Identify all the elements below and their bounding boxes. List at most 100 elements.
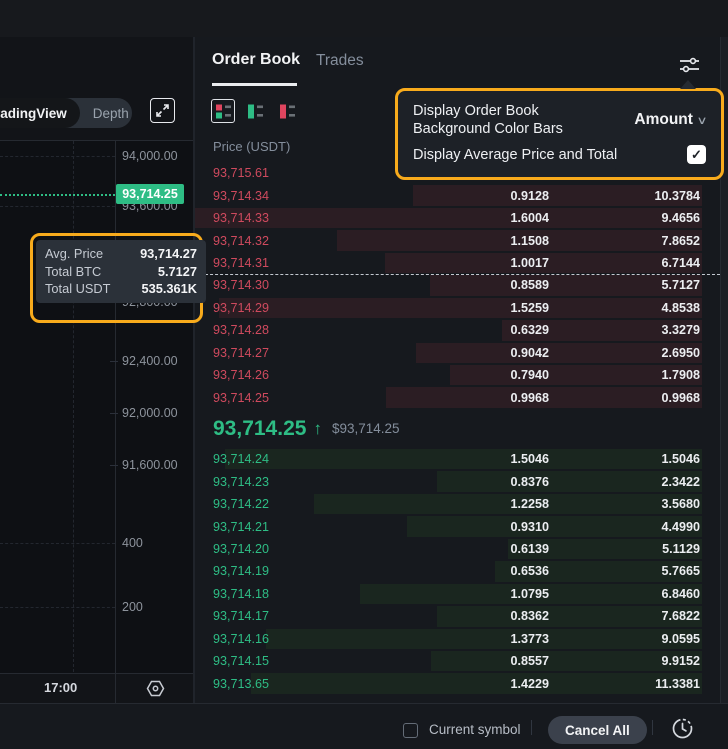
tooltip-label: Total USDT <box>45 280 110 298</box>
price-scale-border <box>115 140 116 703</box>
dropdown-value: Amount <box>634 111 693 129</box>
axis-tick <box>110 413 118 414</box>
ask-price: 93,714.30 <box>195 278 419 292</box>
tooltip-label: Total BTC <box>45 263 101 281</box>
axis-label: 91,600.00 <box>122 458 178 472</box>
ask-price: 93,714.32 <box>195 234 419 248</box>
bid-total: 3.5680 <box>549 497 702 511</box>
toggle-tradingview[interactable]: radingView <box>0 98 80 128</box>
gridline <box>0 206 115 207</box>
bid-total: 4.4990 <box>549 520 702 534</box>
bid-price: 93,714.21 <box>195 520 419 534</box>
last-price-row[interactable]: 93,714.25 ↑ $93,714.25 <box>213 409 400 448</box>
ask-amount: 0.6329 <box>419 323 549 337</box>
avg-price-tooltip: Avg. Price93,714.27Total BTC5.7127Total … <box>36 240 206 303</box>
bid-price: 93,714.22 <box>195 497 419 511</box>
bid-total: 6.8460 <box>549 587 702 601</box>
orderbook-ask-row[interactable]: 93,714.260.79401.7908 <box>195 364 702 386</box>
ask-total: 6.7144 <box>549 256 702 270</box>
ask-amount: 0.8589 <box>419 278 549 292</box>
time-axis[interactable]: 17:00 <box>0 673 193 703</box>
ask-amount: 1.1508 <box>419 234 549 248</box>
orderbook-ask-row[interactable]: 93,714.291.52594.8538 <box>195 297 702 319</box>
ask-total: 1.7908 <box>549 368 702 382</box>
orderbook-settings-icon[interactable] <box>678 54 701 77</box>
last-price-usd: $93,714.25 <box>332 421 400 436</box>
orderbook-ask-row[interactable]: 93,714.340.912810.3784 <box>195 184 702 206</box>
tab-order-book[interactable]: Order Book <box>212 51 300 69</box>
view-asks-icon[interactable] <box>275 99 299 123</box>
order-history-icon[interactable] <box>671 717 694 740</box>
bid-amount: 0.8376 <box>419 475 549 489</box>
tooltip-label: Avg. Price <box>45 245 103 263</box>
bid-price: 93,714.20 <box>195 542 419 556</box>
tooltip-value: 5.7127 <box>158 263 197 281</box>
ask-amount: 1.6004 <box>419 211 549 225</box>
current-symbol-checkbox[interactable] <box>403 723 418 738</box>
ask-price: 93,715.61 <box>195 166 419 180</box>
orderbook-ask-row[interactable]: 93,714.300.85895.7127 <box>195 274 702 296</box>
ask-price: 93,714.31 <box>195 256 419 270</box>
bid-total: 9.0595 <box>549 632 702 646</box>
ask-amount: 0.7940 <box>419 368 549 382</box>
view-bids-icon[interactable] <box>243 99 267 123</box>
tab-trades[interactable]: Trades <box>316 52 364 70</box>
axis-label: 92,000.00 <box>122 406 178 420</box>
orderbook-bid-row[interactable]: 93,714.170.83627.6822 <box>195 605 702 627</box>
chart-settings-icon[interactable] <box>144 677 167 700</box>
axis-tick <box>110 465 118 466</box>
orderbook-bid-row[interactable]: 93,714.190.65365.7665 <box>195 560 702 582</box>
bid-total: 1.5046 <box>549 452 702 466</box>
orderbook-bid-row[interactable]: 93,714.200.61395.1129 <box>195 538 702 560</box>
bid-price: 93,713.65 <box>195 677 419 691</box>
orderbook-bid-row[interactable]: 93,714.230.83762.3422 <box>195 470 702 492</box>
ask-total: 5.7127 <box>549 278 702 292</box>
tooltip-row: Total USDT 535.361K <box>45 280 197 298</box>
orderbook-view-modes <box>211 99 299 123</box>
ask-total: 0.9968 <box>549 391 702 405</box>
bid-price: 93,714.17 <box>195 609 419 623</box>
orderbook-bid-row[interactable]: 93,713.651.422911.3381 <box>195 672 702 694</box>
axis-label: 200 <box>122 600 143 614</box>
footer-divider <box>652 720 653 735</box>
trading-screen: radingView Depth 94,000.0093,600.0092,80… <box>0 0 728 749</box>
orderbook-settings-popup: Display Order Book Background Color Bars… <box>395 88 724 180</box>
orderbook-bid-row[interactable]: 93,714.241.50461.5046 <box>195 448 702 470</box>
expand-icon[interactable] <box>150 98 175 123</box>
orderbook-bid-row[interactable]: 93,714.181.07956.8460 <box>195 583 702 605</box>
avg-price-checkbox[interactable]: ✓ <box>687 145 706 164</box>
column-header-price: Price (USDT) <box>213 139 290 154</box>
gridline <box>0 607 115 608</box>
orderbook-ask-row[interactable]: 93,714.250.99680.9968 <box>195 386 702 408</box>
axis-label: 400 <box>122 536 143 550</box>
orderbook-ask-row[interactable]: 93,714.321.15087.8652 <box>195 229 702 251</box>
highlight-box-tooltip: Avg. Price93,714.27Total BTC5.7127Total … <box>30 233 203 323</box>
orderbook-ask-row[interactable]: 93,714.270.90422.6950 <box>195 342 702 364</box>
background-bars-dropdown[interactable]: Amount ∨ <box>634 111 706 129</box>
ask-price: 93,714.34 <box>195 189 419 203</box>
ask-total: 7.8652 <box>549 234 702 248</box>
orderbook-ask-row[interactable]: 93,714.331.60049.4656 <box>195 207 702 229</box>
orderbook-bid-row[interactable]: 93,714.150.85579.9152 <box>195 650 702 672</box>
tooltip-value: 535.361K <box>142 280 198 298</box>
ask-total: 3.3279 <box>549 323 702 337</box>
ask-price: 93,714.33 <box>195 211 419 225</box>
chart-panel: radingView Depth 94,000.0093,600.0092,80… <box>0 37 193 703</box>
bids-list: 93,714.241.50461.504693,714.230.83762.34… <box>195 448 702 695</box>
current-symbol-label: Current symbol <box>429 722 521 737</box>
background-bars-label: Display Order Book Background Color Bars <box>413 102 563 138</box>
orderbook-bid-row[interactable]: 93,714.210.93104.4990 <box>195 515 702 537</box>
orderbook-bid-row[interactable]: 93,714.161.37739.0595 <box>195 628 702 650</box>
axis-label: 94,000.00 <box>122 149 178 163</box>
view-both-icon[interactable] <box>211 99 235 123</box>
orderbook-bid-row[interactable]: 93,714.221.22583.5680 <box>195 493 702 515</box>
ask-price: 93,714.28 <box>195 323 419 337</box>
ask-amount: 1.5259 <box>419 301 549 315</box>
tooltip-row: Total BTC 5.7127 <box>45 263 197 281</box>
last-price-line <box>0 194 115 196</box>
toggle-depth[interactable]: Depth <box>80 98 142 128</box>
cancel-all-button[interactable]: Cancel All <box>548 716 647 744</box>
orderbook-ask-row[interactable]: 93,714.280.63293.3279 <box>195 319 702 341</box>
orderbook-ask-row[interactable]: 93,714.311.00176.7144 <box>195 252 702 274</box>
axis-label: 92,400.00 <box>122 354 178 368</box>
